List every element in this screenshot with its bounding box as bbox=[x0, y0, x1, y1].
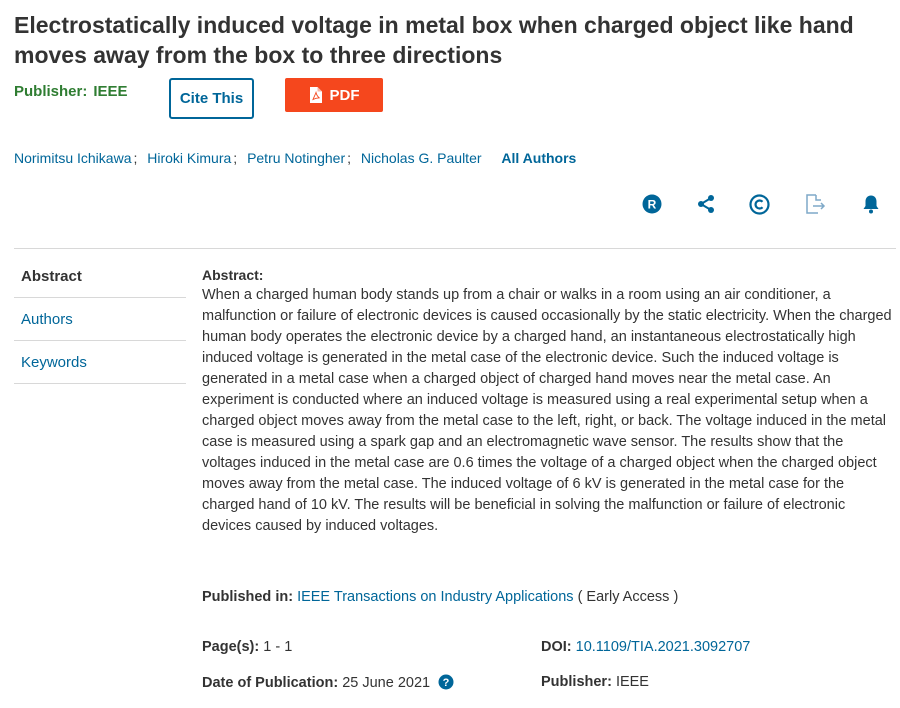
authors-list: Norimitsu Ichikawa; Hiroki Kimura; Petru… bbox=[14, 150, 577, 166]
journal-link[interactable]: IEEE Transactions on Industry Applicatio… bbox=[297, 589, 573, 605]
section-nav: Abstract Authors Keywords bbox=[14, 255, 186, 384]
publisher-value: IEEE bbox=[93, 83, 128, 100]
pdf-button[interactable]: PDF bbox=[285, 78, 383, 112]
all-authors-link[interactable]: All Authors bbox=[501, 150, 576, 166]
abstract-section: Abstract: When a charged human body stan… bbox=[202, 266, 892, 537]
abstract-text: When a charged human body stands up from… bbox=[202, 287, 892, 534]
date-value: 25 June 2021 bbox=[342, 675, 431, 691]
doi-link[interactable]: 10.1109/TIA.2021.3092707 bbox=[576, 639, 751, 655]
author-link[interactable]: Hiroki Kimura bbox=[147, 150, 231, 166]
copyright-icon[interactable] bbox=[747, 190, 771, 218]
publisher-info: Publisher: IEEE bbox=[541, 674, 649, 690]
pages-label: Page(s): bbox=[202, 639, 260, 655]
article-title: Electrostatically induced voltage in met… bbox=[14, 12, 854, 68]
nav-item-authors[interactable]: Authors bbox=[14, 298, 186, 341]
abstract-heading: Abstract: bbox=[202, 267, 264, 283]
publisher-meta-value: IEEE bbox=[615, 674, 649, 690]
date-label: Date of Publication: bbox=[202, 675, 339, 691]
alert-bell-icon[interactable] bbox=[859, 190, 883, 218]
share-icon[interactable] bbox=[694, 190, 718, 218]
publication-date: Date of Publication: 25 June 2021 ? bbox=[202, 674, 454, 694]
nav-item-abstract[interactable]: Abstract bbox=[14, 255, 186, 298]
published-in-label: Published in: bbox=[202, 589, 294, 605]
author-link[interactable]: Petru Notingher bbox=[247, 150, 345, 166]
doi-label: DOI: bbox=[541, 639, 572, 655]
cite-this-button[interactable]: Cite This bbox=[169, 78, 254, 119]
export-icon[interactable] bbox=[803, 190, 827, 218]
help-icon[interactable]: ? bbox=[438, 674, 454, 694]
action-icons: R bbox=[0, 190, 900, 218]
access-status: ( Early Access ) bbox=[577, 589, 679, 605]
publisher-line: Publisher: IEEE bbox=[14, 83, 128, 100]
author-link[interactable]: Nicholas G. Paulter bbox=[361, 150, 482, 166]
svg-text:?: ? bbox=[443, 677, 450, 689]
pdf-button-label: PDF bbox=[329, 86, 360, 104]
svg-text:R: R bbox=[648, 198, 657, 212]
section-divider bbox=[14, 248, 896, 249]
author-link[interactable]: Norimitsu Ichikawa bbox=[14, 150, 131, 166]
doi-info: DOI: 10.1109/TIA.2021.3092707 bbox=[541, 639, 750, 655]
pdf-file-icon bbox=[309, 87, 322, 103]
rights-icon[interactable]: R bbox=[640, 190, 664, 218]
pages-info: Page(s): 1 - 1 bbox=[202, 639, 292, 655]
publisher-meta-label: Publisher: bbox=[541, 674, 612, 690]
nav-item-keywords[interactable]: Keywords bbox=[14, 341, 186, 384]
published-in: Published in: IEEE Transactions on Indus… bbox=[202, 589, 678, 605]
pages-value: 1 - 1 bbox=[263, 639, 293, 655]
publisher-label: Publisher: bbox=[14, 83, 88, 100]
